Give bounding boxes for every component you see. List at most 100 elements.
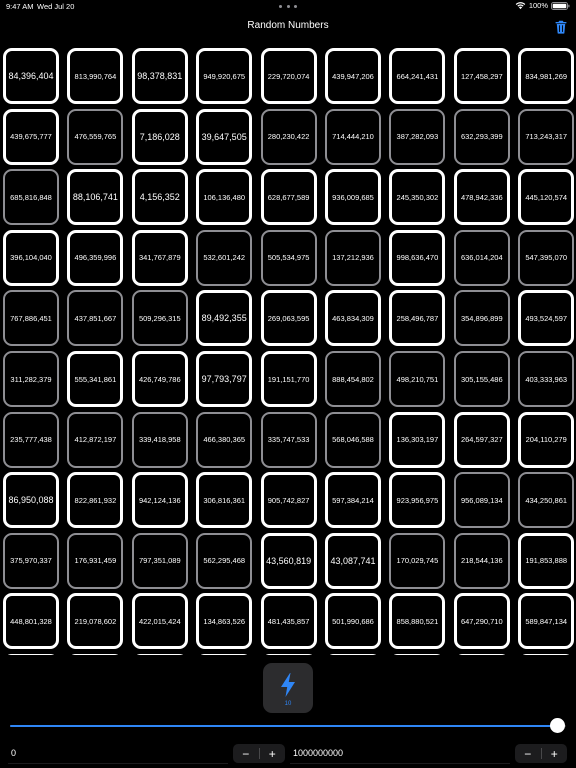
number-cell[interactable]: 191,853,888	[518, 532, 575, 589]
min-stepper[interactable]: − +	[233, 744, 285, 763]
number-cell[interactable]: 229,720,074	[260, 48, 317, 104]
number-cell[interactable]: 493,524,597	[518, 290, 575, 347]
number-cell[interactable]: 685,816,848	[3, 169, 59, 226]
number-cell[interactable]: 858,880,521	[389, 593, 446, 650]
number-cell[interactable]: 387,282,093	[389, 108, 446, 165]
number-cell[interactable]: 269,063,595	[260, 290, 317, 347]
number-cell[interactable]: 597,384,214	[325, 472, 381, 529]
number-cell[interactable]: 568,046,588	[325, 411, 381, 468]
number-cell[interactable]: 341,767,879	[131, 229, 188, 286]
number-cell[interactable]: 86,950,088	[3, 472, 59, 529]
max-decrement-button[interactable]: −	[515, 744, 541, 763]
number-cell[interactable]: 714,444,210	[325, 108, 381, 165]
number-cell[interactable]: 501,990,686	[325, 593, 381, 650]
number-cell[interactable]: 478,942,336	[453, 169, 510, 226]
number-cell[interactable]: 88,106,741	[67, 169, 124, 226]
max-value-input[interactable]	[293, 748, 507, 758]
multitasking-dots[interactable]	[279, 5, 297, 9]
count-slider[interactable]	[10, 718, 566, 734]
number-cell[interactable]: 664,241,431	[389, 48, 446, 104]
number-cell[interactable]: 813,990,764	[67, 48, 124, 104]
number-cell[interactable]: 84,396,404	[3, 48, 59, 104]
number-cell[interactable]: 562,295,468	[196, 532, 253, 589]
number-cell[interactable]: 834,981,269	[518, 48, 575, 104]
number-cell[interactable]: 204,110,279	[518, 411, 575, 468]
number-cell[interactable]: 476,559,765	[67, 108, 124, 165]
number-cell[interactable]: 481,435,857	[260, 593, 317, 650]
number-cell[interactable]: 412,872,197	[67, 411, 124, 468]
number-cell[interactable]: 505,534,975	[260, 229, 317, 286]
number-cell[interactable]: 632,293,399	[453, 108, 510, 165]
number-cell[interactable]: 396,104,040	[3, 229, 59, 286]
number-cell[interactable]: 466,380,365	[196, 411, 253, 468]
number-cell[interactable]: 191,151,770	[260, 351, 317, 407]
number-cell[interactable]: 43,560,819	[260, 532, 317, 589]
number-cell[interactable]: 134,863,526	[196, 593, 253, 650]
number-cell[interactable]: 280,230,422	[260, 108, 317, 165]
number-cell[interactable]: 942,124,136	[131, 472, 188, 529]
number-cell[interactable]: 218,544,136	[453, 532, 510, 589]
number-cell[interactable]: 335,747,533	[260, 411, 317, 468]
number-cell[interactable]: 98,378,831	[131, 48, 188, 104]
max-stepper[interactable]: − +	[515, 744, 567, 763]
number-cell[interactable]: 354,896,899	[453, 290, 510, 347]
number-cell[interactable]: 532,601,242	[196, 229, 253, 286]
number-cell[interactable]: 445,120,574	[518, 169, 575, 226]
min-decrement-button[interactable]: −	[233, 744, 259, 763]
trash-icon[interactable]	[554, 20, 568, 34]
number-cell[interactable]: 923,956,975	[389, 472, 446, 529]
number-cell[interactable]: 949,920,675	[196, 48, 253, 104]
number-cell[interactable]: 43,087,741	[325, 532, 381, 589]
number-cell[interactable]: 905,742,827	[260, 472, 317, 529]
number-cell[interactable]: 235,777,438	[3, 411, 59, 468]
number-cell[interactable]: 258,496,787	[389, 290, 446, 347]
number-cell[interactable]: 589,847,134	[518, 593, 575, 650]
generate-button[interactable]: 10	[263, 663, 313, 713]
number-cell[interactable]: 463,834,309	[325, 290, 381, 347]
min-value-input[interactable]	[11, 748, 225, 758]
number-cell[interactable]: 219,078,602	[67, 593, 124, 650]
number-cell[interactable]: 170,029,745	[389, 532, 446, 589]
number-cell[interactable]: 888,454,802	[325, 351, 381, 407]
number-cell[interactable]: 4,156,352	[131, 169, 188, 226]
number-cell[interactable]: 439,947,206	[325, 48, 381, 104]
number-cell[interactable]: 647,290,710	[453, 593, 510, 650]
number-grid[interactable]: 84,396,404 813,990,764 98,378,831 949,920,6…	[3, 48, 576, 658]
max-value-field[interactable]	[290, 744, 510, 764]
number-cell[interactable]: 97,793,797	[196, 351, 253, 407]
number-cell[interactable]: 998,636,470	[389, 229, 446, 286]
number-cell[interactable]: 176,931,459	[67, 532, 124, 589]
number-cell[interactable]: 136,303,197	[389, 411, 446, 468]
number-cell[interactable]: 439,675,777	[3, 108, 59, 165]
number-cell[interactable]: 106,136,480	[196, 169, 253, 226]
number-cell[interactable]: 498,210,751	[389, 351, 446, 407]
number-cell[interactable]: 7,186,028	[131, 108, 188, 165]
min-value-field[interactable]	[8, 744, 228, 764]
number-cell[interactable]: 305,155,486	[453, 351, 510, 407]
number-cell[interactable]: 245,350,302	[389, 169, 446, 226]
number-cell[interactable]: 339,418,958	[131, 411, 188, 468]
number-cell[interactable]: 628,677,589	[260, 169, 317, 226]
number-cell[interactable]: 264,597,327	[453, 411, 510, 468]
number-cell[interactable]: 767,886,451	[3, 290, 59, 347]
number-cell[interactable]: 936,009,685	[325, 169, 381, 226]
number-cell[interactable]: 509,296,315	[131, 290, 188, 347]
number-cell[interactable]: 127,458,297	[453, 48, 510, 104]
number-cell[interactable]: 448,801,328	[3, 593, 59, 650]
max-increment-button[interactable]: +	[542, 744, 568, 763]
number-cell[interactable]: 311,282,379	[3, 351, 59, 407]
number-cell[interactable]: 713,243,317	[518, 108, 575, 165]
number-cell[interactable]: 956,089,134	[453, 472, 510, 529]
number-cell[interactable]: 375,970,337	[3, 532, 59, 589]
number-cell[interactable]: 137,212,936	[325, 229, 381, 286]
number-cell[interactable]: 39,647,505	[196, 108, 253, 165]
number-cell[interactable]: 547,395,070	[518, 229, 575, 286]
number-cell[interactable]: 434,250,861	[518, 472, 575, 529]
slider-thumb[interactable]	[550, 718, 565, 733]
number-cell[interactable]: 306,816,361	[196, 472, 253, 529]
number-cell[interactable]: 636,014,204	[453, 229, 510, 286]
number-cell[interactable]: 496,359,996	[67, 229, 124, 286]
number-cell[interactable]: 437,851,667	[67, 290, 124, 347]
number-cell[interactable]: 403,333,963	[518, 351, 575, 407]
number-cell[interactable]: 422,015,424	[131, 593, 188, 650]
